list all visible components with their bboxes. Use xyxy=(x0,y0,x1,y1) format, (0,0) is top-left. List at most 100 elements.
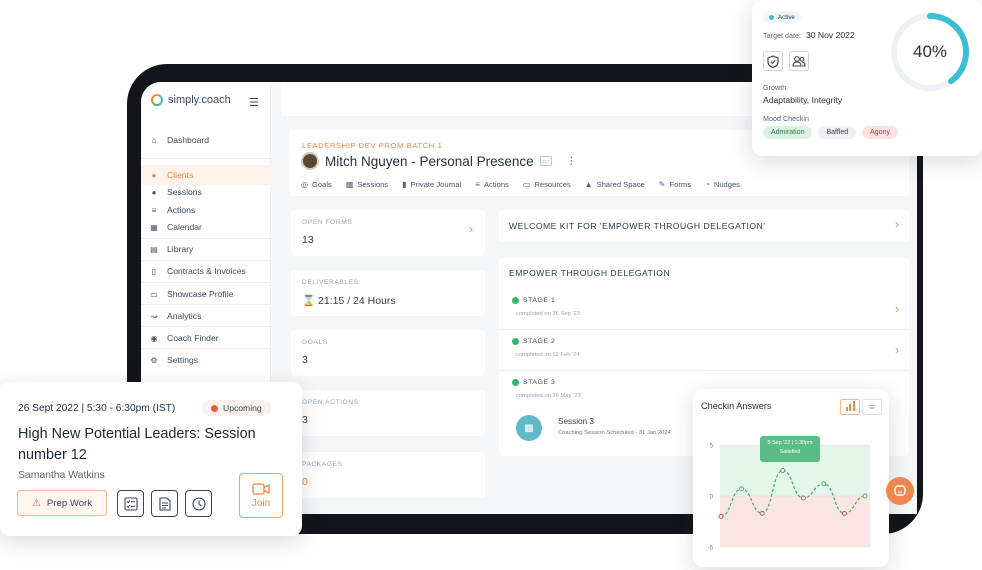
profile-card-icon[interactable]: ▭ xyxy=(539,156,553,166)
sidebar-item-dashboard[interactable]: ⌂ Dashboard xyxy=(141,130,271,150)
shield-icon[interactable] xyxy=(763,51,783,71)
sidebar-item-contracts[interactable]: ▯ Contracts & Invoices xyxy=(141,261,271,281)
data-point[interactable] xyxy=(862,493,868,499)
sidebar-item-calendar[interactable]: ▦ Calendar xyxy=(141,217,271,237)
upcoming-session-card[interactable]: 26 Sept 2022 | 5:30 - 6:30pm (IST) Upcom… xyxy=(0,382,302,536)
tab-label: Private Journal xyxy=(410,180,462,189)
handshake-icon: ▩ xyxy=(345,180,354,189)
stat-open-forms[interactable]: OPEN FORMS 13 › xyxy=(291,210,485,256)
document-icon: ▯ xyxy=(151,266,157,276)
stat-value-text: 21:15 / 24 Hours xyxy=(318,295,396,307)
person-icon: ● xyxy=(151,170,157,180)
tab-label: Forms xyxy=(669,180,691,189)
stage-subtitle: completed on 26 May '23 xyxy=(516,393,581,399)
sidebar-item-label: Actions xyxy=(167,205,196,215)
prep-work-button[interactable]: ⚠ Prep Work xyxy=(17,490,107,516)
mood-pill: Agony xyxy=(862,126,898,139)
chevron-right-icon[interactable]: › xyxy=(895,343,899,357)
chat-bubble-icon[interactable] xyxy=(886,477,914,505)
sidebar-item-showcase-profile[interactable]: ▭ Showcase Profile xyxy=(141,284,271,304)
status-badge: Active xyxy=(763,11,801,23)
forms-icon: ✎ xyxy=(658,180,666,189)
client-program-label: LEADERSHIP DEV PROM BATCH 1 xyxy=(302,141,443,150)
data-point[interactable] xyxy=(759,510,765,516)
checkin-line-chart: 5 0 -5 xyxy=(708,444,870,552)
data-point[interactable] xyxy=(800,495,806,501)
search-person-icon: ◉ xyxy=(150,333,158,343)
sidebar-item-settings[interactable]: ⚙ Settings xyxy=(141,350,271,370)
sidebar-item-analytics[interactable]: ↝ Analytics xyxy=(141,306,271,326)
sidebar-item-label: Calendar xyxy=(167,222,202,232)
tab-forms[interactable]: ✎ Forms xyxy=(659,180,691,189)
people-icon[interactable] xyxy=(789,51,809,71)
goal-icon-row xyxy=(763,51,809,71)
data-point[interactable] xyxy=(718,513,724,519)
journal-icon: ▮ xyxy=(402,180,407,189)
tooltip-date: 5 Sep '22 | 1:30pm xyxy=(767,440,813,446)
sidebar-item-label: Showcase Profile xyxy=(167,289,234,299)
stat-label: OPEN ACTIONS xyxy=(302,399,359,406)
session-item-title[interactable]: Session 3 xyxy=(558,417,594,426)
stage-row[interactable]: STAGE 1 completed on 26 Sep '23 › xyxy=(499,289,909,330)
more-options-icon[interactable]: ⋮ xyxy=(566,156,576,167)
home-icon: ⌂ xyxy=(151,135,157,145)
stat-label: PACKAGES xyxy=(302,461,343,468)
clock-icon[interactable] xyxy=(185,490,212,517)
menu-toggle-icon[interactable]: ☰ xyxy=(249,96,259,109)
session-title: High New Potential Leaders: Session numb… xyxy=(18,426,256,463)
checklist-icon[interactable] xyxy=(117,490,144,517)
chevron-right-icon[interactable]: › xyxy=(895,302,899,316)
welcome-kit-card[interactable]: WELCOME KIT FOR 'EMPOWER THROUGH DELEGAT… xyxy=(499,210,909,242)
data-point[interactable] xyxy=(821,481,827,487)
analytics-icon: ↝ xyxy=(150,311,158,321)
alert-icon: ⚠ xyxy=(31,497,41,509)
tab-label: Sessions xyxy=(357,180,389,189)
data-point[interactable] xyxy=(841,510,847,516)
tab-shared-space[interactable]: ▲ Shared Space xyxy=(585,180,645,189)
tab-actions[interactable]: ≡ Actions xyxy=(475,180,509,189)
data-point[interactable] xyxy=(739,486,745,492)
data-point[interactable] xyxy=(780,468,786,473)
sidebar-divider xyxy=(141,158,271,159)
stage-row[interactable]: STAGE 2 completed on 12 Feb '24 › xyxy=(499,330,909,371)
tab-nudges[interactable]: ◔ Nudges xyxy=(705,180,740,189)
tab-private-journal[interactable]: ▮ Private Journal xyxy=(402,180,461,189)
stage-title-text: STAGE 2 xyxy=(523,338,556,345)
mood-pill: Baffled xyxy=(818,126,857,139)
mood-pills: Admiration Baffled Agony xyxy=(763,126,898,139)
welcome-kit-title: WELCOME KIT FOR 'EMPOWER THROUGH DELEGAT… xyxy=(509,221,766,231)
stage-title: STAGE 1 xyxy=(512,297,555,304)
stat-value: ⌛ 21:15 / 24 Hours xyxy=(302,294,396,307)
handshake-icon: ▩ xyxy=(516,415,542,441)
app-logo[interactable]: simply.coach xyxy=(151,94,231,106)
notes-icon[interactable] xyxy=(151,490,178,517)
goal-progress-text: 40% xyxy=(912,42,948,61)
tab-resources[interactable]: ▭ Resources xyxy=(523,180,571,189)
tab-sessions[interactable]: ▩ Sessions xyxy=(346,180,388,189)
stat-value: 13 xyxy=(302,234,314,246)
negative-zone xyxy=(720,496,870,547)
y-tick-label: 0 xyxy=(710,495,714,501)
target-date-value: 30 Nov 2022 xyxy=(805,30,855,40)
mood-pill: Admiration xyxy=(763,126,813,139)
chevron-right-icon[interactable]: › xyxy=(469,222,473,236)
stage-title: STAGE 3 xyxy=(512,379,555,386)
join-label: Join xyxy=(251,497,271,509)
sidebar-item-label: Library xyxy=(167,244,194,254)
sidebar-item-sessions[interactable]: ● Sessions xyxy=(141,182,271,202)
tab-goals[interactable]: ◎ Goals xyxy=(301,180,332,189)
client-name: Mitch Nguyen - Personal Presence xyxy=(325,153,534,169)
prep-work-label: Prep Work xyxy=(46,497,93,509)
profile-card-icon: ▭ xyxy=(150,289,158,299)
sidebar-item-library[interactable]: ▤ Library xyxy=(141,239,271,259)
join-button[interactable]: Join xyxy=(239,473,283,518)
goal-card[interactable]: Active Target date: 30 Nov 2022 Growth A… xyxy=(752,0,982,156)
sidebar-divider xyxy=(141,326,271,327)
sidebar-item-coach-finder[interactable]: ◉ Coach Finder xyxy=(141,328,271,348)
session-datetime: 26 Sept 2022 | 5:30 - 6:30pm (IST) xyxy=(18,403,176,414)
logo-text: simply.coach xyxy=(168,94,231,106)
check-circle-icon xyxy=(512,338,519,345)
stat-label: GOALS xyxy=(302,339,328,346)
chevron-right-icon[interactable]: › xyxy=(895,217,899,231)
target-icon: ◎ xyxy=(301,180,308,189)
